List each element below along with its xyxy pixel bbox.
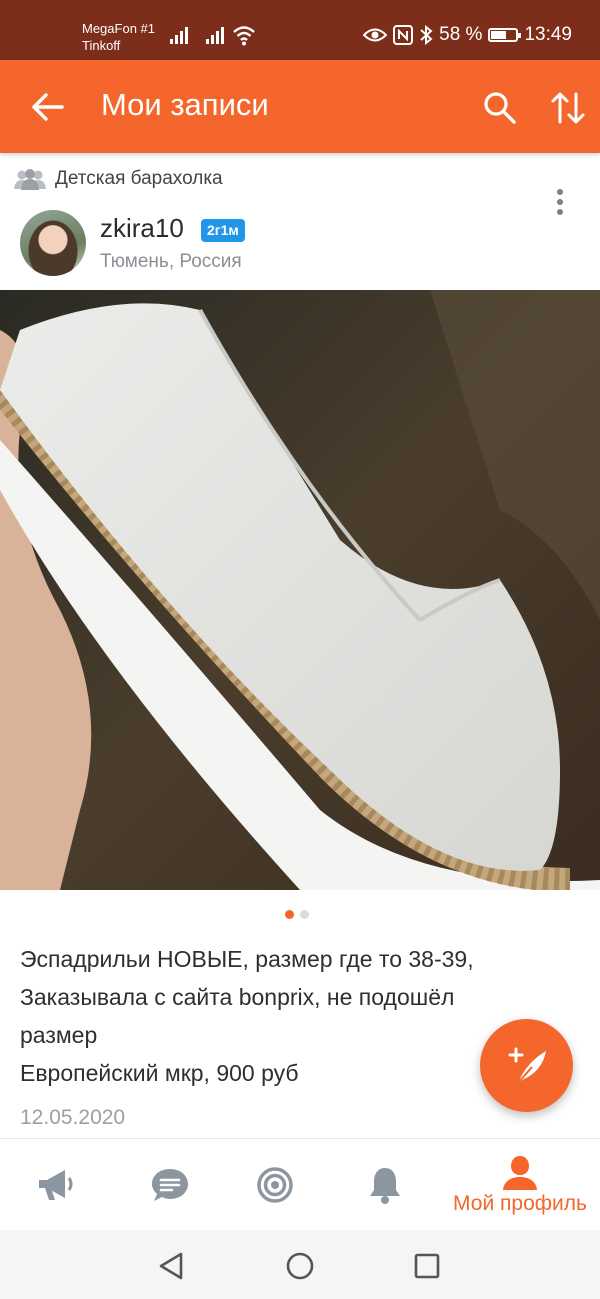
post-text-line: Европейский мкр, 900 руб	[20, 1060, 299, 1086]
account-age-badge: 2г1м	[201, 219, 245, 242]
sort-icon[interactable]	[548, 88, 588, 128]
system-back-button[interactable]	[153, 1248, 189, 1284]
system-home-button[interactable]	[282, 1248, 318, 1284]
nav-notices[interactable]	[25, 1139, 85, 1231]
target-icon	[257, 1167, 293, 1203]
post-text: Эспадрильи НОВЫЕ, размер где то 38-39, З…	[20, 940, 560, 1092]
nav-my-profile[interactable]: Мой профиль	[440, 1139, 600, 1231]
carrier-1: MegaFon #1	[82, 21, 155, 36]
post-date: 12.05.2020	[20, 1106, 126, 1129]
nfc-icon	[393, 25, 414, 45]
megaphone-icon	[39, 1170, 73, 1200]
square-recents-icon	[414, 1253, 440, 1279]
carrier-names: MegaFon #1 Tinkoff	[82, 20, 155, 54]
feather-plus-icon	[508, 1047, 546, 1084]
circle-home-icon	[286, 1252, 314, 1280]
system-recents-button[interactable]	[409, 1248, 445, 1284]
clock: 13:49	[524, 24, 572, 45]
search-icon[interactable]	[480, 88, 520, 128]
arrow-back-icon[interactable]	[28, 87, 68, 127]
new-post-button[interactable]	[480, 1019, 573, 1112]
pagination-dot	[300, 910, 309, 919]
group-name: Детская барахолка	[55, 168, 223, 189]
chat-bubble-icon	[152, 1169, 188, 1201]
profile-icon	[503, 1156, 537, 1190]
more-options-icon[interactable]	[548, 186, 572, 218]
group-link[interactable]: Детская барахолка	[14, 168, 223, 190]
battery-percent: 58 %	[439, 24, 483, 45]
nav-discussions[interactable]	[245, 1139, 305, 1231]
nav-messages[interactable]	[140, 1139, 200, 1231]
post-photo[interactable]	[0, 290, 600, 890]
eye-icon	[363, 28, 388, 42]
bluetooth-icon	[420, 25, 433, 45]
status-right: 58 % 13:49	[363, 24, 572, 46]
status-bar: MegaFon #1 Tinkoff 58 % 13:49	[0, 0, 600, 60]
bell-icon	[370, 1168, 400, 1204]
pagination-dot-active	[285, 910, 294, 919]
author-location: Тюмень, Россия	[100, 251, 242, 272]
author-username[interactable]: zkira10	[100, 213, 184, 244]
group-icon	[14, 169, 46, 190]
post-text-line: Эспадрильи НОВЫЕ, размер где то 38-39,	[20, 946, 474, 972]
photo-pagination	[285, 910, 309, 919]
page-title: Мои записи	[101, 87, 269, 122]
app-bar: Мои записи	[0, 60, 600, 153]
signal-1-icon	[170, 26, 188, 44]
avatar[interactable]	[20, 210, 86, 276]
carrier-2: Tinkoff	[82, 38, 121, 53]
nav-notifications[interactable]	[355, 1139, 415, 1231]
triangle-back-icon	[159, 1252, 183, 1280]
post-text-line: размер	[20, 1022, 98, 1048]
post-text-line: Заказывала с сайта bonprix, не подошёл	[20, 984, 455, 1010]
bottom-nav: Мой профиль	[0, 1138, 600, 1230]
nav-my-profile-label: Мой профиль	[453, 1192, 587, 1215]
wifi-icon	[233, 26, 255, 46]
battery-icon	[488, 28, 522, 42]
system-nav-bar	[0, 1230, 600, 1299]
signal-2-icon	[206, 26, 224, 44]
